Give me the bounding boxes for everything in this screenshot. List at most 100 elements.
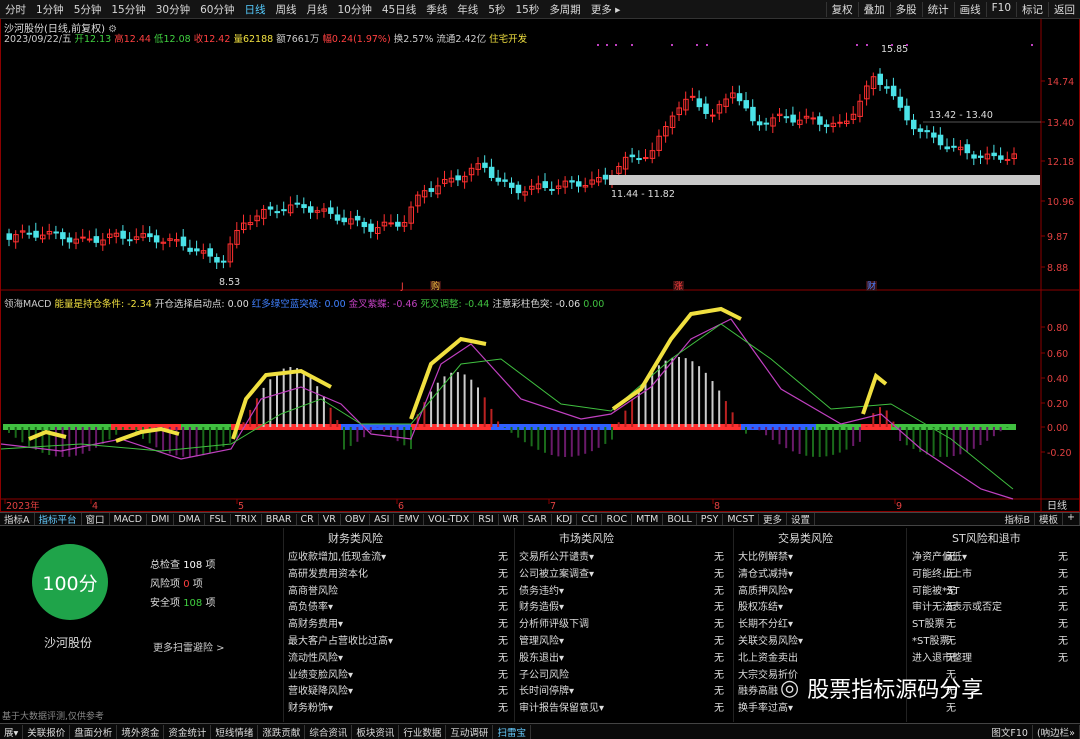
risk-item[interactable]: 流动性风险▾: [288, 649, 343, 664]
risk-item[interactable]: 分析师评级下调: [519, 615, 589, 630]
tab-12[interactable]: ASI: [370, 513, 395, 525]
period-16[interactable]: 更多 ▸: [586, 2, 626, 17]
bottom-btn-7[interactable]: 综合资讯: [305, 724, 353, 739]
risk-item[interactable]: 财务粉饰▾: [288, 699, 333, 714]
risk-item[interactable]: 可能终止上市: [912, 565, 972, 580]
tab-2[interactable]: 窗口: [82, 513, 110, 525]
kline-chart[interactable]: 14.74 13.40 12.18 10.96 9.87 8.88 0.80 0.60 0.40…: [1, 19, 1080, 512]
risk-item[interactable]: 净资产偏低▾: [912, 548, 967, 563]
risk-item[interactable]: 长期不分红▾: [738, 615, 793, 630]
risk-item[interactable]: 子公司风险: [519, 666, 569, 681]
period-15[interactable]: 多周期: [544, 2, 586, 17]
risk-item[interactable]: 高负债率▾: [288, 598, 333, 613]
risk-item[interactable]: 高商誉风险: [288, 582, 338, 597]
bottom-btn-1[interactable]: 关联报价: [23, 724, 71, 739]
tab-1[interactable]: 指标平台: [35, 513, 82, 525]
risk-item[interactable]: 最大客户占营收比过高▾: [288, 632, 393, 647]
risk-item[interactable]: 高质押风险▾: [738, 582, 793, 597]
risk-item[interactable]: 可能被*ST: [912, 582, 959, 597]
toolbar-btn-0[interactable]: 复权: [825, 1, 858, 17]
tab-right-1[interactable]: 模板: [1035, 513, 1064, 525]
tab-9[interactable]: CR: [297, 513, 319, 525]
tab-17[interactable]: SAR: [524, 513, 553, 525]
tab-19[interactable]: CCI: [577, 513, 603, 525]
toolbar-btn-4[interactable]: 画线: [953, 1, 986, 17]
risk-item[interactable]: 股东退出▾: [519, 649, 564, 664]
risk-item[interactable]: 管理风险▾: [519, 632, 564, 647]
bottom-btn-11[interactable]: 扫雷宝: [493, 724, 531, 739]
chart-area[interactable]: 14.74 13.40 12.18 10.96 9.87 8.88 0.80 0.60 0.40…: [0, 19, 1080, 512]
tab-22[interactable]: BOLL: [663, 513, 697, 525]
period-6[interactable]: 日线: [240, 2, 271, 17]
risk-item[interactable]: 股权冻结▾: [738, 598, 783, 613]
toolbar-btn-6[interactable]: 标记: [1016, 1, 1048, 17]
risk-item[interactable]: 关联交易风险▾: [738, 632, 803, 647]
period-2[interactable]: 5分钟: [69, 2, 107, 17]
risk-item[interactable]: 应收款增加,低现金流▾: [288, 548, 386, 563]
risk-item[interactable]: 审计无法表示或否定: [912, 598, 1002, 613]
tab-6[interactable]: FSL: [205, 513, 231, 525]
tab-10[interactable]: VR: [319, 513, 341, 525]
bottom-btn-5[interactable]: 短线情绪: [211, 724, 259, 739]
risk-item[interactable]: 大比例解禁▾: [738, 548, 793, 563]
bottom-right-1[interactable]: (吶边栏»: [1033, 724, 1080, 739]
bottom-btn-3[interactable]: 境外资金: [117, 724, 165, 739]
period-7[interactable]: 周线: [271, 2, 302, 17]
risk-item[interactable]: 债务违约▾: [519, 582, 564, 597]
risk-item[interactable]: 审计报告保留意见▾: [519, 699, 604, 714]
period-5[interactable]: 60分钟: [195, 2, 239, 17]
tab-20[interactable]: ROC: [602, 513, 633, 525]
tab-3[interactable]: MACD: [110, 513, 148, 525]
period-11[interactable]: 季线: [421, 2, 452, 17]
bottom-btn-8[interactable]: 板块资讯: [352, 724, 400, 739]
tab-15[interactable]: RSI: [474, 513, 499, 525]
period-3[interactable]: 15分钟: [106, 2, 150, 17]
toolbar-btn-7[interactable]: 返回: [1048, 1, 1080, 17]
tab-21[interactable]: MTM: [632, 513, 664, 525]
toolbar-btn-2[interactable]: 多股: [889, 1, 922, 17]
risk-item[interactable]: 高财务费用▾: [288, 615, 343, 630]
tab-7[interactable]: TRIX: [231, 513, 262, 525]
period-13[interactable]: 5秒: [483, 2, 510, 17]
period-12[interactable]: 年线: [452, 2, 483, 17]
tab-right-2[interactable]: +: [1063, 513, 1080, 525]
tab-16[interactable]: WR: [499, 513, 524, 525]
risk-item[interactable]: 财务造假▾: [519, 598, 564, 613]
tab-11[interactable]: OBV: [341, 513, 371, 525]
toolbar-btn-5[interactable]: F10: [985, 1, 1016, 17]
tab-23[interactable]: PSY: [697, 513, 724, 525]
period-8[interactable]: 月线: [302, 2, 333, 17]
bottom-btn-2[interactable]: 盘面分析: [70, 724, 118, 739]
tab-5[interactable]: DMA: [174, 513, 206, 525]
tab-26[interactable]: 设置: [787, 513, 816, 525]
toolbar-btn-1[interactable]: 叠加: [857, 1, 890, 17]
tab-8[interactable]: BRAR: [262, 513, 297, 525]
tab-0[interactable]: 指标A: [0, 513, 35, 525]
bottom-btn-10[interactable]: 互动调研: [446, 724, 494, 739]
bottom-right-0[interactable]: 图文F10: [987, 724, 1033, 739]
period-4[interactable]: 30分钟: [151, 2, 195, 17]
risk-item[interactable]: 营收疑降风险▾: [288, 682, 353, 697]
tab-18[interactable]: KDJ: [552, 513, 578, 525]
risk-item[interactable]: 进入退市整理: [912, 649, 972, 664]
bottom-btn-4[interactable]: 资金统计: [164, 724, 212, 739]
risk-item[interactable]: 融券高融: [738, 682, 778, 697]
bottom-btn-6[interactable]: 涨跌贡献: [258, 724, 306, 739]
tab-24[interactable]: MCST: [723, 513, 760, 525]
risk-item[interactable]: 长时间停牌▾: [519, 682, 574, 697]
more-scan-link[interactable]: 更多扫雷避险 >: [153, 639, 225, 654]
risk-item[interactable]: *ST股票: [912, 632, 949, 647]
risk-item[interactable]: 北上资金卖出: [738, 649, 798, 664]
bottom-btn-0[interactable]: 展▾: [0, 724, 24, 739]
risk-item[interactable]: 交易所公开谴责▾: [519, 548, 594, 563]
period-10[interactable]: 45日线: [377, 2, 421, 17]
tab-25[interactable]: 更多: [759, 513, 788, 525]
tab-4[interactable]: DMI: [147, 513, 175, 525]
toolbar-btn-3[interactable]: 统计: [921, 1, 954, 17]
tab-13[interactable]: EMV: [394, 513, 425, 525]
period-14[interactable]: 15秒: [510, 2, 544, 17]
tab-right-0[interactable]: 指标B: [1000, 513, 1036, 525]
tab-14[interactable]: VOL-TDX: [424, 513, 475, 525]
period-1[interactable]: 1分钟: [31, 2, 69, 17]
risk-item[interactable]: 清仓式减持▾: [738, 565, 793, 580]
